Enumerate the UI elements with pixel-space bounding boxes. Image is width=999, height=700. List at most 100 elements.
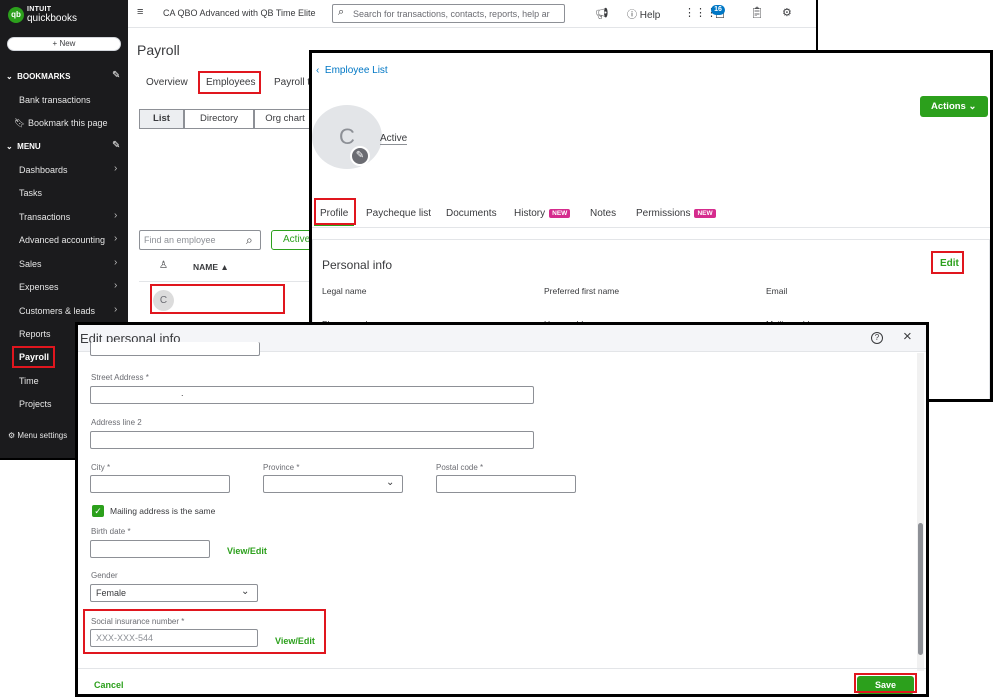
sidebar-item-advanced-accounting[interactable]: Advanced accounting xyxy=(19,235,105,245)
megaphone-icon[interactable]: 📢︎ xyxy=(595,7,609,20)
gear-icon: ⚙ xyxy=(8,431,16,440)
search-icon: ⌕ xyxy=(338,6,345,18)
sidebar-item-time[interactable]: Time xyxy=(19,376,39,386)
brand-quickbooks: quickbooks xyxy=(27,13,78,24)
bookmarks-header[interactable]: ⌄ BOOKMARKS xyxy=(6,72,71,81)
highlight-sin-field xyxy=(83,609,326,654)
search-placeholder: Search for transactions, contacts, repor… xyxy=(353,9,550,19)
sidebar-item-sales[interactable]: Sales xyxy=(19,259,42,269)
mailing-same-label: Mailing address is the same xyxy=(110,506,216,516)
gender-select[interactable]: Female ⌄ xyxy=(90,584,258,602)
top-bar: ≡ CA QBO Advanced with QB Time Elite ⌕ S… xyxy=(128,0,816,28)
city-label: City * xyxy=(91,463,111,472)
gender-value: Female xyxy=(96,588,127,598)
street-address-input[interactable]: . xyxy=(90,386,534,404)
sidebar-item-reports[interactable]: Reports xyxy=(19,329,51,339)
employee-list-back-link[interactable]: ‹ Employee List xyxy=(316,65,388,76)
row-divider xyxy=(139,281,319,282)
chevron-down-icon: ⌄ xyxy=(6,72,13,81)
tab-overview[interactable]: Overview xyxy=(146,77,188,88)
menu-header[interactable]: ⌄ MENU xyxy=(6,142,41,151)
sidebar-item-bookmark-page[interactable]: 🔖︎ Bookmark this page xyxy=(14,118,108,129)
help-circle-icon: ⓘ xyxy=(627,10,637,21)
help-icon[interactable]: ? xyxy=(871,332,883,344)
edit-photo-pencil-icon[interactable]: ✎ xyxy=(350,146,370,166)
tab-history[interactable]: History NEW xyxy=(514,208,571,219)
view-list[interactable]: List xyxy=(139,109,184,129)
highlight-profile-tab xyxy=(314,198,356,225)
global-search-input[interactable]: ⌕ Search for transactions, contacts, rep… xyxy=(332,4,565,23)
tab-notes[interactable]: Notes xyxy=(590,208,616,219)
actions-button[interactable]: Actions ⌄ xyxy=(920,96,988,117)
address-line2-input[interactable] xyxy=(90,431,534,449)
birth-date-view-edit-link[interactable]: View/Edit xyxy=(227,546,267,556)
street-address-value: . xyxy=(181,388,184,398)
province-select[interactable]: ⌄ xyxy=(263,475,403,493)
chevron-down-icon: ⌄ xyxy=(968,101,977,112)
bookmark-icon: 🔖︎ xyxy=(14,118,26,128)
gear-icon[interactable]: ⚙ xyxy=(782,6,792,19)
chevron-down-icon: ⌄ xyxy=(6,142,13,151)
field-label-preferred-name: Preferred first name xyxy=(544,286,620,296)
chevron-down-icon: ⌄ xyxy=(386,477,395,488)
help-button[interactable]: ⓘ Help xyxy=(627,6,660,21)
address-line2-label: Address line 2 xyxy=(91,418,142,427)
tab-paycheque-list[interactable]: Paycheque list xyxy=(366,208,431,219)
actions-label: Actions xyxy=(931,101,966,112)
new-badge: NEW xyxy=(694,208,716,218)
highlight-employees-tab xyxy=(198,71,261,94)
menu-settings[interactable]: ⚙ Menu settings xyxy=(8,431,67,440)
postal-code-input[interactable] xyxy=(436,475,576,493)
sidebar-item-projects[interactable]: Projects xyxy=(19,399,52,409)
province-label: Province * xyxy=(263,463,300,472)
edit-bookmarks-pencil-icon[interactable]: ✎ xyxy=(112,70,120,81)
close-icon[interactable]: × xyxy=(903,328,912,345)
hamburger-menu-icon[interactable]: ≡ xyxy=(137,6,143,18)
footer-divider xyxy=(78,668,926,669)
employee-status[interactable]: Active xyxy=(380,133,408,145)
view-directory[interactable]: Directory xyxy=(184,109,254,129)
mailing-same-checkbox[interactable]: ✓ xyxy=(92,505,104,517)
find-employee-input[interactable]: Find an employee ⌕ xyxy=(139,230,261,250)
chevron-right-icon: › xyxy=(114,210,118,221)
city-input[interactable] xyxy=(90,475,230,493)
edit-personal-info-dialog: Edit personal info ? × Street Address * … xyxy=(75,322,929,697)
sidebar-item-expenses[interactable]: Expenses xyxy=(19,282,59,292)
chevron-right-icon: › xyxy=(114,163,118,174)
highlight-payroll xyxy=(12,346,55,368)
edit-menu-pencil-icon[interactable]: ✎ xyxy=(112,140,120,151)
previous-field-input[interactable] xyxy=(90,342,260,356)
tab-permissions-label: Permissions xyxy=(636,208,691,219)
sidebar-item-bank-transactions[interactable]: Bank transactions xyxy=(19,95,91,105)
tab-history-label: History xyxy=(514,208,546,219)
chevron-right-icon: › xyxy=(114,280,118,291)
gender-label: Gender xyxy=(91,571,118,580)
tab-documents[interactable]: Documents xyxy=(446,208,497,219)
employee-avatar-large: C xyxy=(312,105,382,169)
field-label-legal-name: Legal name xyxy=(322,286,367,296)
find-employee-placeholder: Find an employee xyxy=(144,235,216,245)
company-name: CA QBO Advanced with QB Time Elite xyxy=(163,8,316,18)
back-link-label: Employee List xyxy=(324,65,388,76)
birth-date-input[interactable] xyxy=(90,540,210,558)
highlight-employee-row xyxy=(150,284,285,314)
scrollbar-thumb[interactable] xyxy=(918,523,923,655)
column-header-name[interactable]: NAME ▲ xyxy=(193,262,229,272)
new-button[interactable]: + New xyxy=(7,37,121,51)
page-title: Payroll xyxy=(137,42,180,58)
view-org-chart[interactable]: Org chart xyxy=(254,109,316,129)
sidebar-item-customers-leads[interactable]: Customers & leads xyxy=(19,306,95,316)
sidebar-item-transactions[interactable]: Transactions xyxy=(19,212,70,222)
personal-info-title: Personal info xyxy=(322,258,393,272)
search-icon: ⌕ xyxy=(246,233,253,247)
cancel-button[interactable]: Cancel xyxy=(94,680,124,690)
new-badge: NEW xyxy=(549,208,571,218)
menu-header-label: MENU xyxy=(17,142,41,151)
clipboard-icon[interactable]: 📋︎ xyxy=(750,6,764,19)
birth-date-label: Birth date * xyxy=(91,527,131,536)
sidebar-item-dashboards[interactable]: Dashboards xyxy=(19,165,68,175)
notification-count-badge: 16 xyxy=(711,5,725,15)
tab-permissions[interactable]: Permissions NEW xyxy=(636,208,716,219)
sidebar-item-tasks[interactable]: Tasks xyxy=(19,188,42,198)
person-icon: ♙ xyxy=(159,260,168,271)
